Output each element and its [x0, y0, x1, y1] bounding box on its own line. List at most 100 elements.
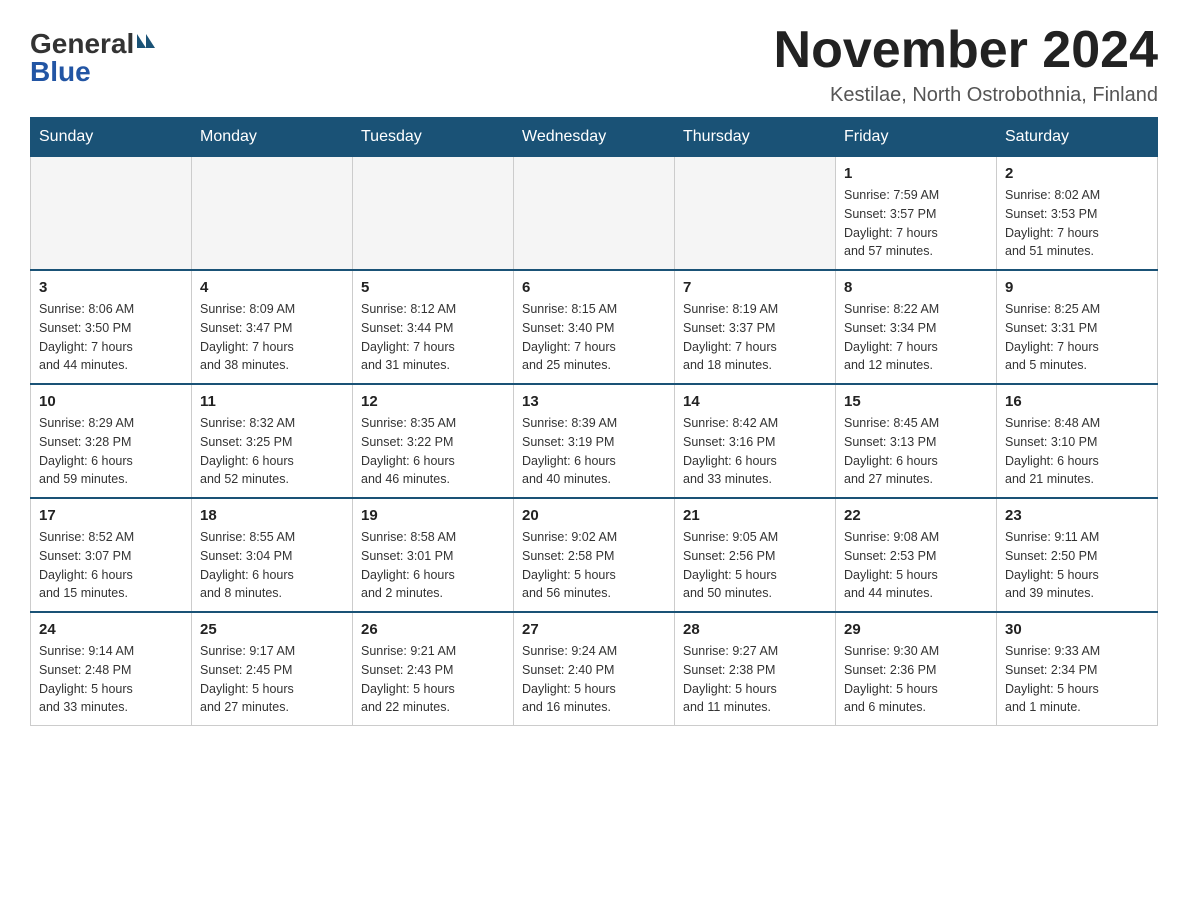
day-info: Sunrise: 8:52 AMSunset: 3:07 PMDaylight:… [39, 528, 183, 603]
day-number: 24 [39, 621, 183, 638]
day-info: Sunrise: 9:21 AMSunset: 2:43 PMDaylight:… [361, 642, 505, 717]
calendar-cell: 20 Sunrise: 9:02 AMSunset: 2:58 PMDayligh… [514, 498, 675, 612]
day-info: Sunrise: 9:24 AMSunset: 2:40 PMDaylight:… [522, 642, 666, 717]
page-header: General Blue November 2024 Kestilae, Nor… [30, 20, 1158, 107]
calendar-cell: 16 Sunrise: 8:48 AMSunset: 3:10 PMDayligh… [997, 384, 1158, 498]
day-info: Sunrise: 8:15 AMSunset: 3:40 PMDaylight:… [522, 300, 666, 375]
calendar-week-row: 17 Sunrise: 8:52 AMSunset: 3:07 PMDayligh… [31, 498, 1158, 612]
calendar-cell: 1 Sunrise: 7:59 AMSunset: 3:57 PMDaylight… [836, 157, 997, 271]
calendar-cell: 10 Sunrise: 8:29 AMSunset: 3:28 PMDayligh… [31, 384, 192, 498]
day-number: 19 [361, 507, 505, 524]
calendar-cell: 6 Sunrise: 8:15 AMSunset: 3:40 PMDaylight… [514, 270, 675, 384]
calendar-header-row: Sunday Monday Tuesday Wednesday Thursday… [31, 118, 1158, 157]
day-info: Sunrise: 8:09 AMSunset: 3:47 PMDaylight:… [200, 300, 344, 375]
day-info: Sunrise: 8:45 AMSunset: 3:13 PMDaylight:… [844, 414, 988, 489]
day-info: Sunrise: 8:42 AMSunset: 3:16 PMDaylight:… [683, 414, 827, 489]
calendar-cell: 5 Sunrise: 8:12 AMSunset: 3:44 PMDaylight… [353, 270, 514, 384]
day-number: 26 [361, 621, 505, 638]
day-info: Sunrise: 8:12 AMSunset: 3:44 PMDaylight:… [361, 300, 505, 375]
calendar-cell: 27 Sunrise: 9:24 AMSunset: 2:40 PMDayligh… [514, 612, 675, 726]
day-number: 17 [39, 507, 183, 524]
day-info: Sunrise: 9:14 AMSunset: 2:48 PMDaylight:… [39, 642, 183, 717]
day-info: Sunrise: 9:05 AMSunset: 2:56 PMDaylight:… [683, 528, 827, 603]
day-number: 2 [1005, 165, 1149, 182]
calendar-cell: 7Sunrise: 8:19 AMSunset: 3:37 PMDaylight… [675, 270, 836, 384]
day-number: 23 [1005, 507, 1149, 524]
calendar-table: Sunday Monday Tuesday Wednesday Thursday… [30, 117, 1158, 726]
day-number: 21 [683, 507, 827, 524]
day-number: 18 [200, 507, 344, 524]
day-info: Sunrise: 8:39 AMSunset: 3:19 PMDaylight:… [522, 414, 666, 489]
day-info: Sunrise: 9:27 AMSunset: 2:38 PMDaylight:… [683, 642, 827, 717]
day-number: 11 [200, 393, 344, 410]
day-info: Sunrise: 9:33 AMSunset: 2:34 PMDaylight:… [1005, 642, 1149, 717]
day-info: Sunrise: 8:06 AMSunset: 3:50 PMDaylight:… [39, 300, 183, 375]
logo-blue-text: Blue [30, 56, 91, 87]
day-number: 25 [200, 621, 344, 638]
calendar-cell: 22Sunrise: 9:08 AMSunset: 2:53 PMDayligh… [836, 498, 997, 612]
col-sunday: Sunday [31, 118, 192, 157]
day-number: 22 [844, 507, 988, 524]
day-info: Sunrise: 8:29 AMSunset: 3:28 PMDaylight:… [39, 414, 183, 489]
day-info: Sunrise: 9:30 AMSunset: 2:36 PMDaylight:… [844, 642, 988, 717]
logo: General Blue [30, 30, 155, 86]
calendar-cell [353, 157, 514, 271]
col-saturday: Saturday [997, 118, 1158, 157]
calendar-cell: 15 Sunrise: 8:45 AMSunset: 3:13 PMDayligh… [836, 384, 997, 498]
day-number: 8 [844, 279, 988, 296]
col-wednesday: Wednesday [514, 118, 675, 157]
calendar-cell: 4 Sunrise: 8:09 AMSunset: 3:47 PMDaylight… [192, 270, 353, 384]
calendar-week-row: 10 Sunrise: 8:29 AMSunset: 3:28 PMDayligh… [31, 384, 1158, 498]
calendar-cell: 14 Sunrise: 8:42 AMSunset: 3:16 PMDayligh… [675, 384, 836, 498]
day-info: Sunrise: 8:32 AMSunset: 3:25 PMDaylight:… [200, 414, 344, 489]
calendar-cell: 25 Sunrise: 9:17 AMSunset: 2:45 PMDayligh… [192, 612, 353, 726]
day-info: Sunrise: 8:48 AMSunset: 3:10 PMDaylight:… [1005, 414, 1149, 489]
calendar-week-row: 3 Sunrise: 8:06 AMSunset: 3:50 PMDaylight… [31, 270, 1158, 384]
calendar-cell: 30 Sunrise: 9:33 AMSunset: 2:34 PMDayligh… [997, 612, 1158, 726]
day-number: 14 [683, 393, 827, 410]
calendar-cell: 26 Sunrise: 9:21 AMSunset: 2:43 PMDayligh… [353, 612, 514, 726]
calendar-cell: 18 Sunrise: 8:55 AMSunset: 3:04 PMDayligh… [192, 498, 353, 612]
col-thursday: Thursday [675, 118, 836, 157]
calendar-cell: 19 Sunrise: 8:58 AMSunset: 3:01 PMDayligh… [353, 498, 514, 612]
day-info: Sunrise: 7:59 AMSunset: 3:57 PMDaylight:… [844, 186, 988, 261]
day-number: 12 [361, 393, 505, 410]
day-number: 10 [39, 393, 183, 410]
day-info: Sunrise: 9:11 AMSunset: 2:50 PMDaylight:… [1005, 528, 1149, 603]
day-info: Sunrise: 8:19 AMSunset: 3:37 PMDaylight:… [683, 300, 827, 375]
calendar-cell: 2 Sunrise: 8:02 AMSunset: 3:53 PMDaylight… [997, 157, 1158, 271]
calendar-week-row: 24 Sunrise: 9:14 AMSunset: 2:48 PMDayligh… [31, 612, 1158, 726]
calendar-week-row: 1 Sunrise: 7:59 AMSunset: 3:57 PMDaylight… [31, 157, 1158, 271]
calendar-cell: 8 Sunrise: 8:22 AMSunset: 3:34 PMDaylight… [836, 270, 997, 384]
col-friday: Friday [836, 118, 997, 157]
day-info: Sunrise: 8:58 AMSunset: 3:01 PMDaylight:… [361, 528, 505, 603]
day-number: 15 [844, 393, 988, 410]
day-number: 1 [844, 165, 988, 182]
day-number: 20 [522, 507, 666, 524]
logo-general-text: General [30, 30, 134, 58]
calendar-cell: 11 Sunrise: 8:32 AMSunset: 3:25 PMDayligh… [192, 384, 353, 498]
calendar-cell [675, 157, 836, 271]
calendar-cell [31, 157, 192, 271]
day-number: 3 [39, 279, 183, 296]
day-number: 28 [683, 621, 827, 638]
day-number: 5 [361, 279, 505, 296]
calendar-cell: 13 Sunrise: 8:39 AMSunset: 3:19 PMDayligh… [514, 384, 675, 498]
day-number: 16 [1005, 393, 1149, 410]
calendar-cell: 21 Sunrise: 9:05 AMSunset: 2:56 PMDayligh… [675, 498, 836, 612]
day-info: Sunrise: 9:02 AMSunset: 2:58 PMDaylight:… [522, 528, 666, 603]
day-info: Sunrise: 9:17 AMSunset: 2:45 PMDaylight:… [200, 642, 344, 717]
day-number: 4 [200, 279, 344, 296]
day-info: Sunrise: 8:55 AMSunset: 3:04 PMDaylight:… [200, 528, 344, 603]
calendar-cell: 29Sunrise: 9:30 AMSunset: 2:36 PMDayligh… [836, 612, 997, 726]
day-number: 13 [522, 393, 666, 410]
col-tuesday: Tuesday [353, 118, 514, 157]
location-subtitle: Kestilae, North Ostrobothnia, Finland [774, 84, 1158, 107]
day-info: Sunrise: 8:25 AMSunset: 3:31 PMDaylight:… [1005, 300, 1149, 375]
day-number: 6 [522, 279, 666, 296]
calendar-cell: 28 Sunrise: 9:27 AMSunset: 2:38 PMDayligh… [675, 612, 836, 726]
day-info: Sunrise: 8:02 AMSunset: 3:53 PMDaylight:… [1005, 186, 1149, 261]
day-number: 27 [522, 621, 666, 638]
day-number: 30 [1005, 621, 1149, 638]
day-info: Sunrise: 8:22 AMSunset: 3:34 PMDaylight:… [844, 300, 988, 375]
